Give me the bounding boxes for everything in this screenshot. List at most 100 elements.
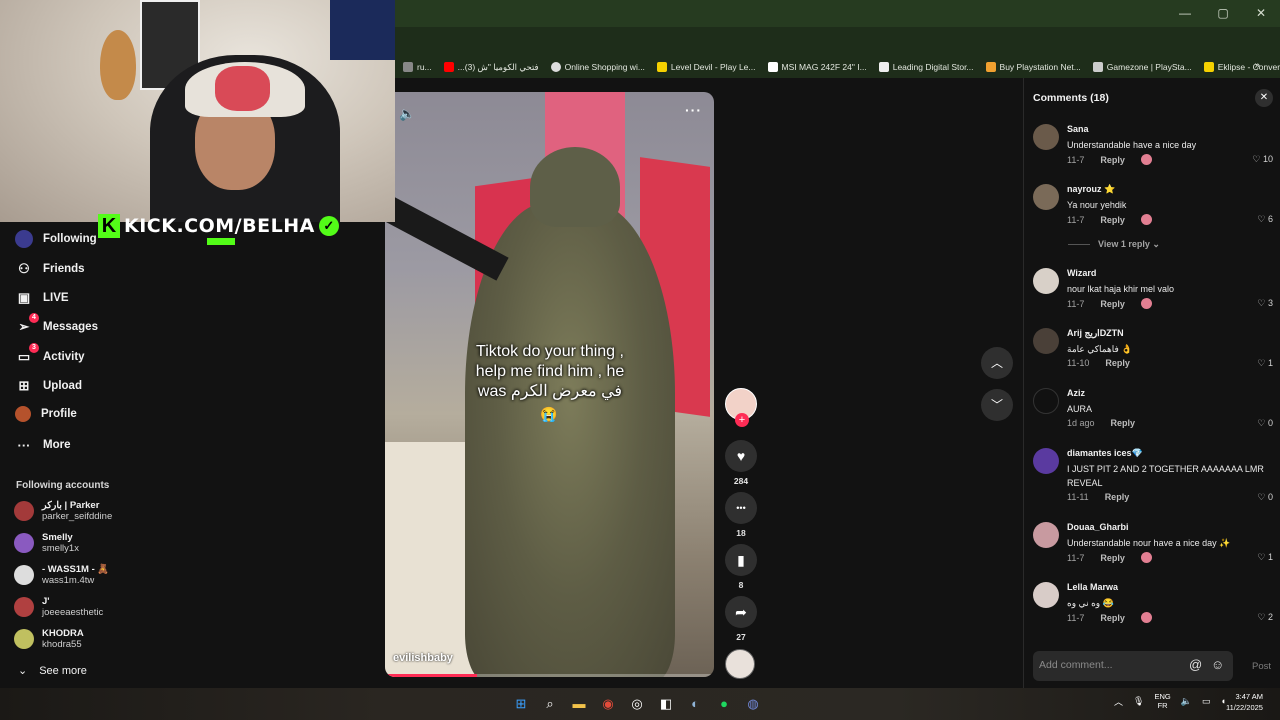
discord-icon[interactable]: ◍ [744, 695, 762, 713]
close-icon[interactable]: ✕ [1255, 89, 1273, 107]
heart-icon[interactable]: ♥ [725, 440, 757, 472]
msi-icon [767, 62, 778, 72]
view-replies-button[interactable]: View 1 reply ⌄ [1068, 239, 1160, 250]
see-more-button[interactable]: ⌄ See more [18, 664, 87, 678]
reply-button[interactable]: Reply [1100, 155, 1125, 165]
comment-author[interactable]: Lella Marwa [1067, 582, 1118, 592]
bookmark-item[interactable]: Level Devil - Play Le... [651, 62, 762, 72]
comment-like[interactable]: ♡ 6 [1257, 214, 1273, 225]
tray-overflow-icon[interactable]: ︿ [1114, 695, 1123, 708]
avatar[interactable] [1033, 522, 1059, 548]
reply-button[interactable]: Reply [1100, 299, 1125, 309]
file-explorer-icon[interactable]: ▬ [570, 695, 588, 713]
comment-like[interactable]: ♡ 3 [1257, 298, 1273, 309]
speaker-icon[interactable]: 🔈 [1181, 696, 1192, 707]
following-account[interactable]: KHODRA khodra55 [14, 628, 84, 650]
sound-avatar[interactable] [725, 649, 755, 679]
sidebar-item-live[interactable]: ▣ LIVE [15, 289, 69, 307]
system-clock[interactable]: 3:47 AM 11/22/2025 [1226, 691, 1263, 713]
comment-like[interactable]: ♡ 0 [1257, 418, 1273, 429]
comment-author[interactable]: Wizard [1067, 268, 1096, 278]
volume-icon[interactable]: 🔈 [399, 106, 415, 122]
share-icon[interactable]: ➦ [725, 596, 757, 628]
bookmark-icon[interactable]: ▮ [725, 544, 757, 576]
close-window-button[interactable]: ✕ [1242, 0, 1280, 27]
comment-author[interactable]: diamantes ices💎 [1067, 448, 1143, 459]
creator-avatar[interactable]: + [725, 388, 757, 427]
comment-author[interactable]: Douaa_Gharbi [1067, 522, 1129, 532]
sidebar-item-following[interactable]: Following [15, 230, 97, 248]
bookmark-item[interactable]: ru... [397, 62, 438, 72]
comment-like[interactable]: ♡ 1 [1257, 358, 1273, 369]
bookmark-item[interactable]: Buy Playstation Net... [980, 62, 1087, 72]
reply-button[interactable]: Reply [1105, 492, 1130, 502]
following-account[interactable]: J' joeeeaesthetic [14, 596, 103, 618]
avatar[interactable] [1033, 268, 1059, 294]
sidebar-item-friends[interactable]: ⚇ Friends [15, 260, 84, 278]
caption-line: was في معرض الكرم [477, 383, 623, 400]
sidebar-item-profile[interactable]: Profile [15, 406, 77, 422]
reply-button[interactable]: Reply [1100, 215, 1125, 225]
microphone-icon[interactable]: 🎙 [1133, 696, 1144, 707]
previous-video-button[interactable]: ︿ [981, 347, 1013, 379]
bookmark-item[interactable]: Eklipse - Convert Tw... [1198, 62, 1280, 72]
bookmarks-overflow-button[interactable]: » [1254, 60, 1260, 71]
emoji-icon[interactable]: ☺ [1211, 657, 1224, 672]
following-account[interactable]: Smelly smelly1x [14, 532, 79, 554]
bookmark-item[interactable]: Gamezone | PlaySta... [1087, 62, 1198, 72]
sidebar-item-upload[interactable]: ⊞ Upload [15, 377, 82, 395]
reply-button[interactable]: Reply [1105, 358, 1130, 368]
maximize-button[interactable]: ▢ [1204, 0, 1242, 27]
bookmark-item[interactable]: Leading Digital Stor... [873, 62, 980, 72]
bookmark-item[interactable]: Online Shopping wi... [545, 62, 651, 72]
comment-icon[interactable]: ••• [725, 492, 757, 524]
video-more-icon[interactable]: ··· [685, 102, 702, 118]
app-icon[interactable]: ◧ [657, 695, 675, 713]
avatar[interactable] [1033, 582, 1059, 608]
post-button[interactable]: Post [1252, 661, 1271, 672]
follow-plus-icon[interactable]: + [735, 413, 749, 427]
reply-button[interactable]: Reply [1111, 418, 1136, 428]
comment-like[interactable]: ♡ 10 [1252, 154, 1273, 165]
chrome-icon[interactable]: ◉ [599, 695, 617, 713]
sidebar-item-more[interactable]: ··· More [15, 436, 71, 454]
video-player[interactable]: 🔈 ··· Tiktok do your thing , help me fin… [385, 92, 714, 677]
avatar[interactable] [1033, 448, 1059, 474]
bookmark-item[interactable]: ...فتحي الكوميا "ش (3) [438, 62, 545, 73]
following-account[interactable]: باركر | Parker parker_seifddine [14, 500, 112, 522]
comment-like[interactable]: ♡ 2 [1257, 612, 1273, 623]
comment-author[interactable]: Sana [1067, 124, 1089, 134]
sidebar-item-messages[interactable]: ➢ 4 Messages [15, 313, 98, 336]
spotify-icon[interactable]: ● [715, 695, 733, 713]
reply-button[interactable]: Reply [1100, 613, 1125, 623]
comment-input[interactable]: Add comment... @ ☺ [1033, 651, 1233, 681]
following-icon [15, 230, 33, 248]
comment-meta: 11-11 Reply [1067, 492, 1129, 502]
comment-author[interactable]: Arij اريجDZTN [1067, 328, 1124, 339]
avatar[interactable] [1033, 328, 1059, 354]
following-account[interactable]: - WASS1M - 🧸 wass1m.4tw [14, 564, 109, 586]
windows-start-icon[interactable]: ⊞ [512, 695, 530, 713]
comment-meta: 11-7 Reply [1067, 612, 1152, 623]
avatar[interactable] [1033, 388, 1059, 414]
mention-icon[interactable]: @ [1189, 657, 1202, 672]
comment-author[interactable]: Aziz [1067, 388, 1085, 398]
next-video-button[interactable]: ﹀ [981, 389, 1013, 421]
language-indicator[interactable]: ENG FR [1154, 692, 1170, 710]
obs-icon[interactable]: ◎ [628, 695, 646, 713]
comment-like[interactable]: ♡ 1 [1257, 552, 1273, 563]
minimize-button[interactable]: — [1166, 0, 1204, 27]
video-progress-bar[interactable] [385, 674, 714, 677]
reply-button[interactable]: Reply [1100, 553, 1125, 563]
bookmark-item[interactable]: MSI MAG 242F 24" I... [762, 62, 873, 72]
steam-icon[interactable]: ◐ [686, 695, 704, 713]
video-author[interactable]: evilishbaby [393, 652, 453, 664]
comment-author[interactable]: nayrouz ⭐ [1067, 184, 1115, 195]
avatar[interactable] [1033, 124, 1059, 150]
sidebar-item-activity[interactable]: ▭ 3 Activity [15, 343, 85, 366]
search-icon[interactable]: ⌕ [541, 695, 559, 713]
network-icon[interactable]: ▭ [1202, 696, 1211, 707]
comment-date: 11-7 [1067, 154, 1085, 165]
comment-like[interactable]: ♡ 0 [1257, 492, 1273, 503]
avatar[interactable] [1033, 184, 1059, 210]
